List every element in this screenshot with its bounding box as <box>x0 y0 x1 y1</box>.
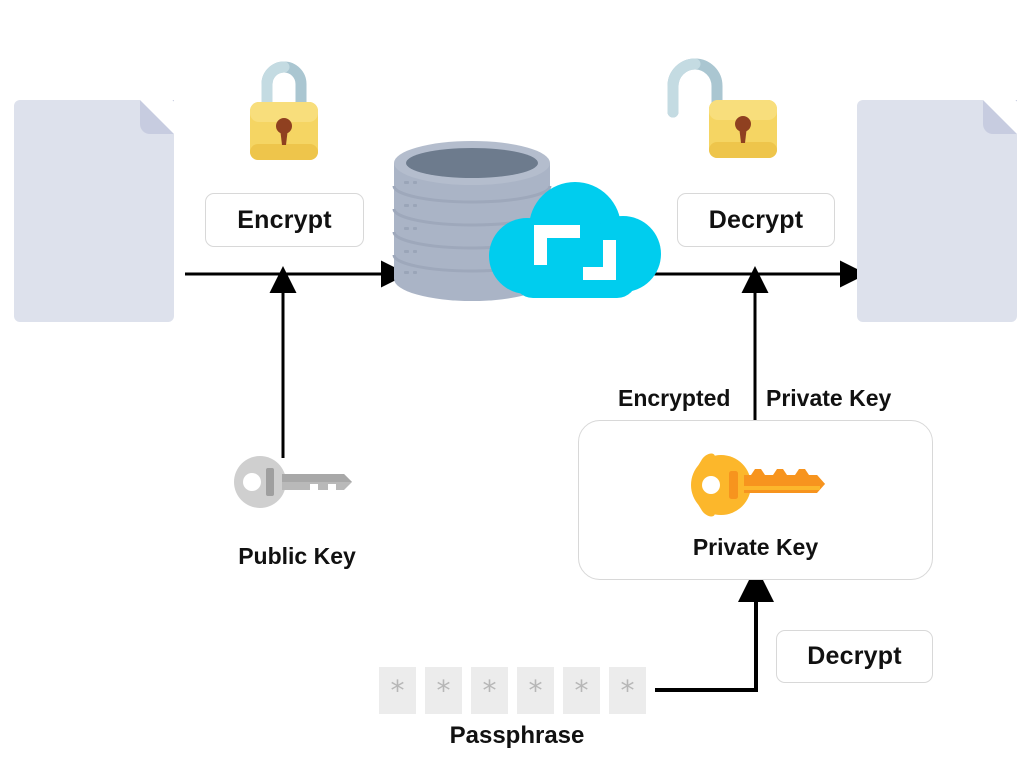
public-key-label: Public Key <box>238 543 356 569</box>
passphrase-char[interactable]: * <box>379 667 416 714</box>
decrypt-key-button-label: Decrypt <box>807 642 902 670</box>
passphrase-char[interactable]: * <box>609 667 646 714</box>
decrypt-button-label: Decrypt <box>708 205 804 234</box>
source-document <box>14 99 175 322</box>
passphrase-input[interactable]: * * * * * * <box>379 667 646 714</box>
passphrase-char[interactable]: * <box>425 667 462 714</box>
decrypt-key-button[interactable]: Decrypt <box>776 630 933 683</box>
private-key-card[interactable]: Private Key <box>578 420 933 580</box>
open-padlock-icon <box>667 58 777 158</box>
passphrase-char[interactable]: * <box>517 667 554 714</box>
arrow-passphrase-to-private-key <box>655 566 774 692</box>
target-document <box>857 99 1018 322</box>
cloud-icon <box>489 182 661 298</box>
encrypt-button-label: Encrypt <box>237 205 332 234</box>
passphrase-char[interactable]: * <box>563 667 600 714</box>
private-key-icon <box>691 453 825 517</box>
diagram-canvas: Encrypt Decrypt Public Key Encrypted Pri… <box>0 0 1024 768</box>
public-key-icon <box>234 456 352 508</box>
private-key-card-label: Private Key <box>692 534 819 560</box>
closed-padlock-icon <box>250 61 318 160</box>
private-key-inline-label: Private Key <box>766 385 892 411</box>
encrypted-label: Encrypted <box>618 385 731 411</box>
encrypt-button[interactable]: Encrypt <box>205 193 364 247</box>
passphrase-char[interactable]: * <box>471 667 508 714</box>
passphrase-label: Passphrase <box>449 722 585 749</box>
decrypt-button[interactable]: Decrypt <box>677 193 835 247</box>
